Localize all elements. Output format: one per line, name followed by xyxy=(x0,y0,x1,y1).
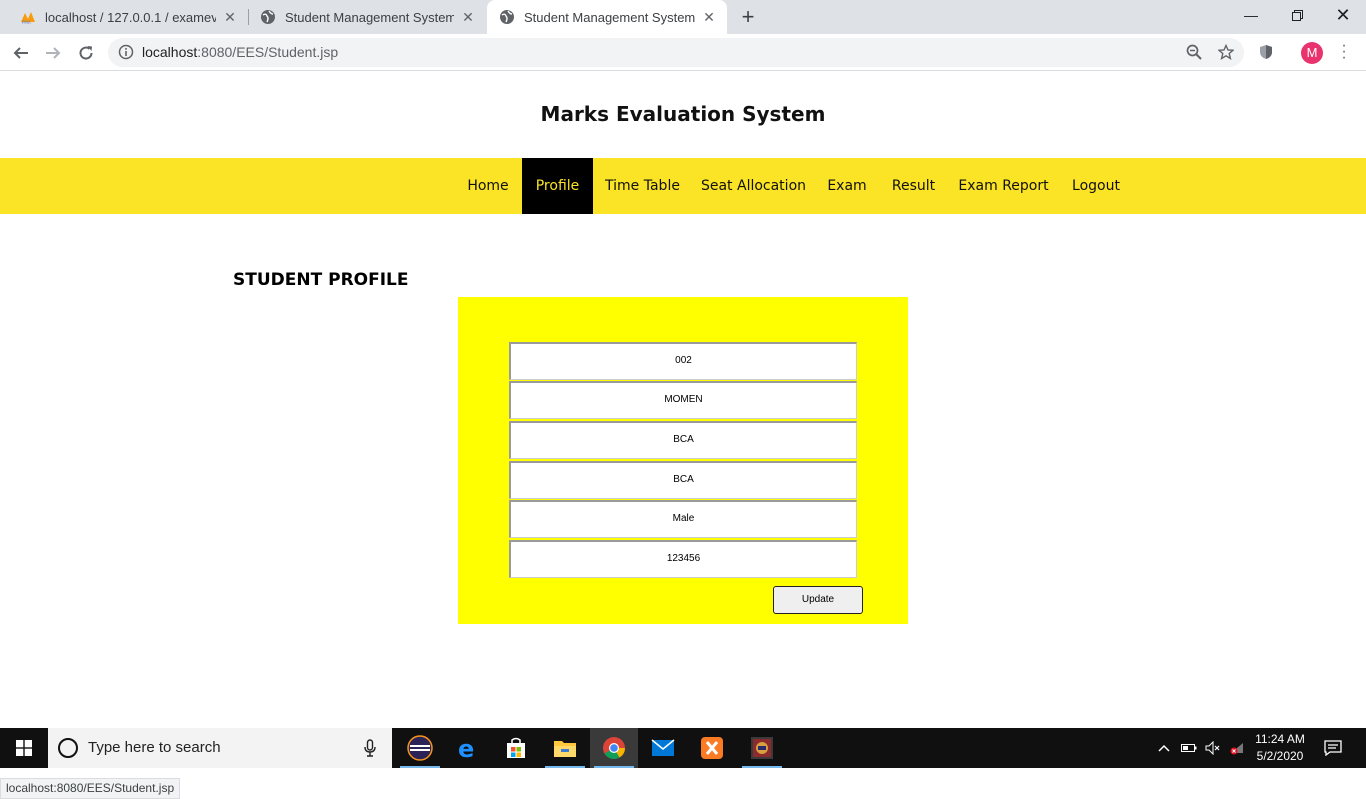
new-tab-button[interactable]: + xyxy=(736,6,760,30)
status-bar-url: localhost:8080/EES/Student.jsp xyxy=(0,778,181,799)
tab-student-management-1[interactable]: Student Management System ✕ xyxy=(248,0,486,34)
taskbar-file-explorer[interactable] xyxy=(541,728,589,768)
profile-form: 002 MOMEN BCA BCA Male 123456 Update xyxy=(458,297,908,624)
svg-text:PMA: PMA xyxy=(22,20,31,25)
taskbar-search-box[interactable]: Type here to search xyxy=(48,728,392,768)
gender-field[interactable]: Male xyxy=(509,500,857,538)
web-page: Marks Evaluation System Home Profile Tim… xyxy=(0,71,1366,799)
nav-exam-report[interactable]: Exam Report xyxy=(948,158,1059,214)
tab-phpmyadmin[interactable]: PMA localhost / 127.0.0.1 / examevalu ✕ xyxy=(8,0,248,34)
action-center-icon[interactable] xyxy=(1320,728,1346,768)
forward-arrow-icon xyxy=(46,47,61,59)
nav-profile[interactable]: Profile xyxy=(522,158,593,214)
taskbar-store[interactable] xyxy=(492,728,540,768)
close-window-button[interactable]: ✕ xyxy=(1320,0,1366,30)
close-tab-icon[interactable]: ✕ xyxy=(701,9,717,25)
taskbar-eclipse[interactable] xyxy=(396,728,444,768)
network-disconnected-icon[interactable] xyxy=(1228,728,1246,768)
browser-tab-strip: PMA localhost / 127.0.0.1 / examevalu ✕ … xyxy=(0,0,1366,34)
site-title: Marks Evaluation System xyxy=(540,102,826,126)
cortana-icon xyxy=(58,738,78,758)
taskbar-app-game[interactable] xyxy=(738,728,786,768)
taskbar-edge[interactable]: e xyxy=(444,728,492,768)
tab-title: Student Management System xyxy=(524,9,695,25)
minimize-button[interactable]: — xyxy=(1228,0,1274,30)
folder-icon xyxy=(554,741,576,757)
chevron-up-icon xyxy=(1158,744,1170,752)
chrome-icon xyxy=(603,737,625,759)
nav-exam[interactable]: Exam xyxy=(815,158,879,214)
restore-icon xyxy=(1291,9,1303,21)
back-button[interactable] xyxy=(7,39,35,67)
mail-icon xyxy=(651,739,675,756)
tab-title: Student Management System xyxy=(285,9,454,25)
info-icon[interactable] xyxy=(118,44,134,60)
browser-toolbar: localhost:8080/EES/Student.jsp M · · · xyxy=(0,34,1366,71)
tab-title: localhost / 127.0.0.1 / examevalu xyxy=(45,9,216,25)
student-id-field[interactable]: 002 xyxy=(509,342,857,380)
nav-home[interactable]: Home xyxy=(454,158,522,214)
windows-taskbar: Type here to search e 11:24 AM 5/2/2020 xyxy=(0,728,1366,768)
close-tab-icon[interactable]: ✕ xyxy=(460,9,476,25)
windows-logo-icon xyxy=(16,740,32,756)
department-field[interactable]: BCA xyxy=(509,461,857,499)
taskbar-xampp[interactable] xyxy=(688,728,736,768)
browser-menu-icon[interactable]: · · · xyxy=(1338,38,1350,66)
xampp-icon xyxy=(701,737,723,759)
edge-icon: e xyxy=(458,736,474,760)
forward-button[interactable] xyxy=(39,39,67,67)
volume-muted-icon[interactable] xyxy=(1204,728,1222,768)
microphone-icon[interactable] xyxy=(364,739,376,757)
clock-time: 11:24 AM xyxy=(1255,732,1305,746)
search-placeholder: Type here to search xyxy=(88,739,221,756)
store-bag-icon xyxy=(507,737,525,758)
extension-shield-icon[interactable] xyxy=(1258,44,1274,60)
globe-icon xyxy=(499,9,515,25)
reload-icon xyxy=(79,46,93,60)
battery-icon[interactable] xyxy=(1180,728,1198,768)
taskbar-chrome[interactable] xyxy=(590,728,638,768)
profile-avatar[interactable]: M xyxy=(1301,42,1323,64)
nav-seat-allocation[interactable]: Seat Allocation xyxy=(692,158,815,214)
nav-result[interactable]: Result xyxy=(879,158,948,214)
globe-icon xyxy=(260,9,276,25)
bookmark-star-icon[interactable] xyxy=(1217,43,1235,60)
reload-button[interactable] xyxy=(72,39,100,67)
nav-logout[interactable]: Logout xyxy=(1059,158,1133,214)
course-field[interactable]: BCA xyxy=(509,421,857,459)
phpmyadmin-icon: PMA xyxy=(20,9,36,25)
main-navbar: Home Profile Time Table Seat Allocation … xyxy=(0,158,1366,214)
back-arrow-icon xyxy=(13,47,28,59)
clock-date: 5/2/2020 xyxy=(1256,749,1304,763)
url-host: localhost xyxy=(142,44,198,60)
password-field[interactable]: 123456 xyxy=(509,540,857,578)
svg-text:e: e xyxy=(458,736,474,760)
url-text: localhost:8080/EES/Student.jsp xyxy=(142,44,338,60)
close-tab-icon[interactable]: ✕ xyxy=(222,9,238,25)
student-profile-heading: STUDENT PROFILE xyxy=(233,270,409,290)
eclipse-icon xyxy=(407,735,433,761)
game-app-icon xyxy=(751,737,773,759)
student-name-field[interactable]: MOMEN xyxy=(509,381,857,419)
taskbar-clock[interactable]: 11:24 AM 5/2/2020 xyxy=(1250,731,1310,765)
start-button[interactable] xyxy=(0,728,48,768)
restore-button[interactable] xyxy=(1274,0,1320,30)
taskbar-mail[interactable] xyxy=(639,728,687,768)
url-path: :8080/EES/Student.jsp xyxy=(197,44,339,60)
zoom-icon[interactable] xyxy=(1186,44,1202,60)
tab-student-management-2[interactable]: Student Management System ✕ xyxy=(487,0,727,34)
show-hidden-icons[interactable] xyxy=(1156,728,1172,768)
nav-time-table[interactable]: Time Table xyxy=(593,158,692,214)
address-bar[interactable]: localhost:8080/EES/Student.jsp xyxy=(108,38,1244,67)
update-button[interactable]: Update xyxy=(773,586,863,614)
